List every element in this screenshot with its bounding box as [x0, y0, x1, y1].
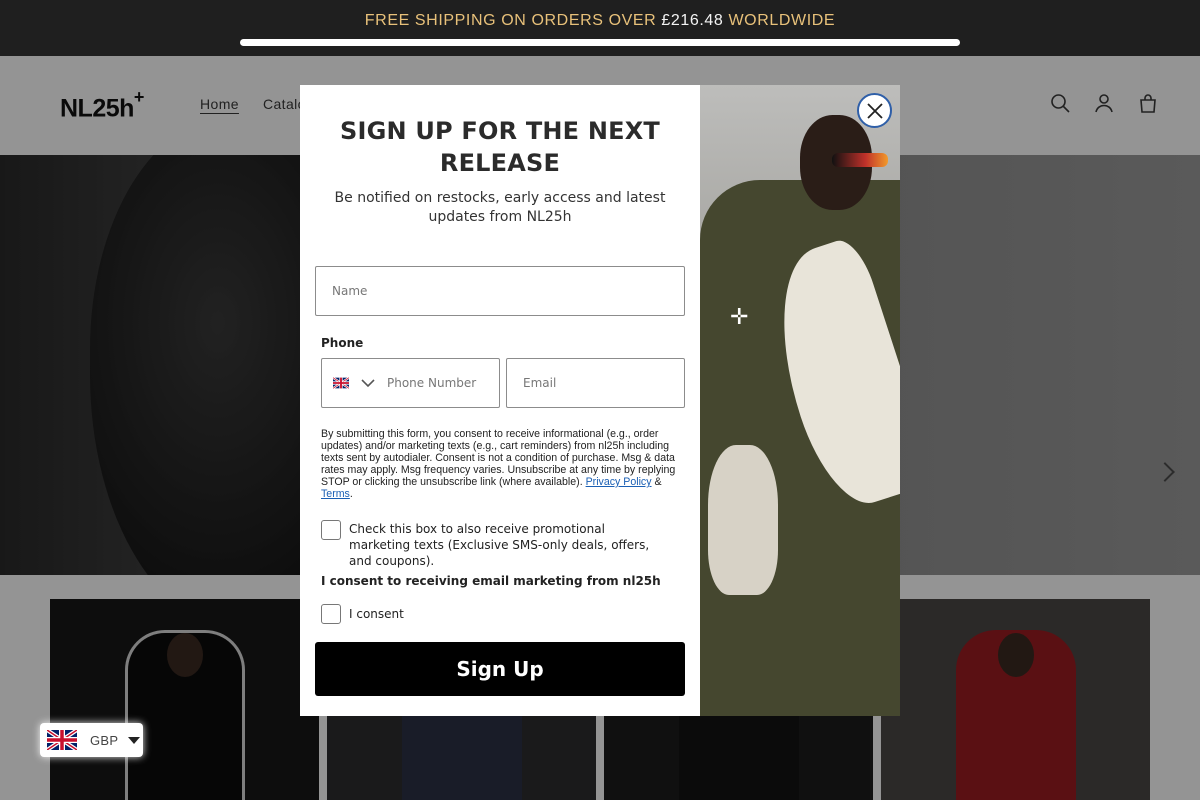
sms-marketing-label: Check this box to also receive promotion…	[349, 522, 650, 568]
sign-up-button[interactable]: Sign Up	[315, 642, 685, 696]
currency-selector[interactable]: GBP	[40, 723, 143, 757]
announcement-text-after: WORLDWIDE	[723, 12, 836, 29]
announcement-bar: FREE SHIPPING ON ORDERS OVER £216.48 WOR…	[0, 0, 1200, 56]
announcement-text-before: FREE SHIPPING ON ORDERS OVER	[364, 12, 662, 29]
email-consent-checkbox[interactable]	[321, 604, 341, 624]
shipping-progress-bar	[240, 39, 960, 46]
phone-field[interactable]: Phone Number	[321, 358, 500, 408]
close-icon	[866, 102, 883, 119]
modal-title: SIGN UP FOR THE NEXT RELEASE	[340, 117, 660, 177]
sms-marketing-checkbox[interactable]	[321, 520, 341, 540]
legal-amp: &	[654, 476, 662, 488]
close-modal-button[interactable]	[857, 93, 892, 128]
modal-promo-image: ✛	[700, 85, 900, 716]
email-placeholder: Email	[523, 376, 557, 390]
email-consent-heading: I consent to receiving email marketing f…	[321, 574, 661, 588]
name-placeholder: Name	[332, 284, 368, 298]
promo-jacket-sleeve	[708, 445, 778, 595]
free-shipping-text: FREE SHIPPING ON ORDERS OVER £216.48 WOR…	[0, 12, 1200, 30]
free-shipping-amount: £216.48	[661, 12, 724, 29]
modal-subtitle: Be notified on restocks, early access an…	[334, 190, 666, 225]
email-field[interactable]: Email	[506, 358, 685, 408]
promo-sunglasses	[832, 153, 888, 167]
phone-label: Phone	[321, 336, 364, 350]
signup-form: SIGN UP FOR THE NEXT RELEASE Be notified…	[300, 85, 700, 716]
terms-link[interactable]: Terms	[321, 488, 350, 500]
phone-placeholder: Phone Number	[387, 376, 477, 390]
name-field[interactable]: Name	[315, 266, 685, 316]
shipping-progress-fill	[240, 39, 960, 46]
uk-flag-icon[interactable]	[333, 377, 349, 389]
signup-modal: SIGN UP FOR THE NEXT RELEASE Be notified…	[300, 85, 900, 716]
email-consent-label: I consent	[349, 607, 404, 621]
privacy-policy-link[interactable]: Privacy Policy	[586, 476, 652, 488]
promo-logo-mark: ✛	[730, 305, 749, 330]
uk-flag-icon	[47, 730, 77, 750]
currency-code: GBP	[90, 732, 119, 748]
chevron-down-icon[interactable]	[361, 378, 375, 388]
caret-down-icon	[128, 736, 141, 744]
legal-disclaimer: By submitting this form, you consent to …	[321, 428, 676, 500]
